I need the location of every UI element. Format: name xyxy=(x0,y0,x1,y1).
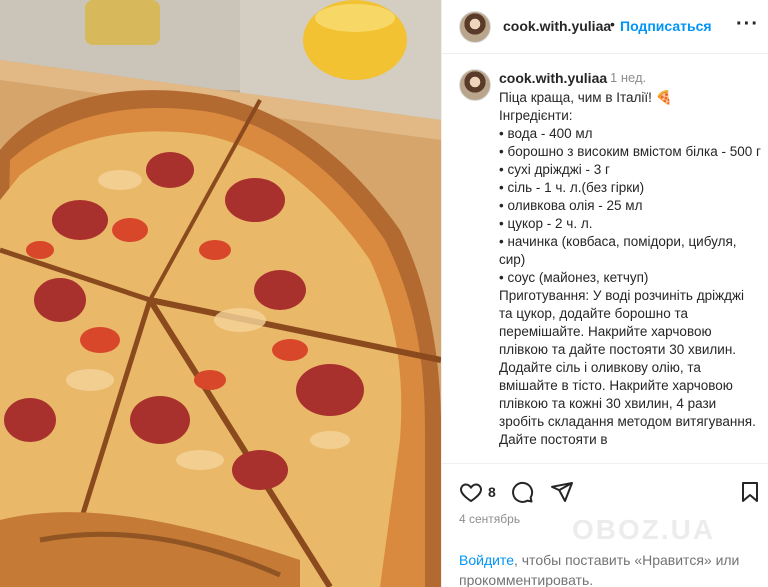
post-date[interactable]: 4 сентябрь xyxy=(459,512,520,526)
watermark: OBOZ.UA xyxy=(572,514,716,545)
avatar[interactable] xyxy=(459,11,491,43)
separator-dot: • xyxy=(610,16,615,32)
caption-username[interactable]: cook.with.yuliaa xyxy=(499,70,607,86)
post-photo[interactable] xyxy=(0,0,441,587)
comment-icon[interactable] xyxy=(510,480,534,504)
follow-button[interactable]: Подписаться xyxy=(620,18,712,34)
heart-icon[interactable] xyxy=(459,480,483,504)
caption-line: • сіль - 1 ч. л.(без гірки) xyxy=(499,180,645,195)
login-link[interactable]: Войдите xyxy=(459,552,514,568)
post-actions: 8 4 сентябрь OBOZ.UA Войдите, чтобы пост… xyxy=(442,463,768,587)
caption-line: Інгредієнти: xyxy=(499,108,573,123)
bookmark-icon[interactable] xyxy=(738,480,762,504)
more-icon[interactable]: ··· xyxy=(736,13,759,36)
caption-time[interactable]: 1 нед. xyxy=(610,70,646,85)
header-username[interactable]: cook.with.yuliaa xyxy=(503,18,611,34)
post-header: cook.with.yuliaa • Подписаться ··· xyxy=(442,0,768,54)
caption-line: • оливкова олія - 25 мл xyxy=(499,198,643,213)
caption-line: Піца краща, чим в Італії! 🍕 xyxy=(499,90,673,105)
likes-count[interactable]: 8 xyxy=(488,484,496,500)
caption-text: Піца краща, чим в Італії! 🍕 Інгредієнти:… xyxy=(499,89,761,449)
caption-line: • борошно з високим вмістом білка - 500 … xyxy=(499,144,761,159)
caption-line: Приготування: У воді розчиніть дріжджі т… xyxy=(499,288,756,447)
caption-line: • начинка (ковбаса, помідори, цибуля, си… xyxy=(499,234,737,267)
caption-avatar[interactable] xyxy=(459,69,491,101)
login-prompt: Войдите, чтобы поставить «Нравится» или … xyxy=(459,550,759,587)
pizza-image xyxy=(0,0,441,587)
post-panel: cook.with.yuliaa • Подписаться ··· cook.… xyxy=(441,0,768,587)
caption-line: • соус (майонез, кетчуп) xyxy=(499,270,649,285)
caption-line: • сухі дріжджі - 3 г xyxy=(499,162,610,177)
caption-line: • цукор - 2 ч. л. xyxy=(499,216,593,231)
share-icon[interactable] xyxy=(550,480,574,504)
caption-area[interactable]: cook.with.yuliaa 1 нед. Піца краща, чим … xyxy=(442,55,768,463)
caption-line: • вода - 400 мл xyxy=(499,126,593,141)
